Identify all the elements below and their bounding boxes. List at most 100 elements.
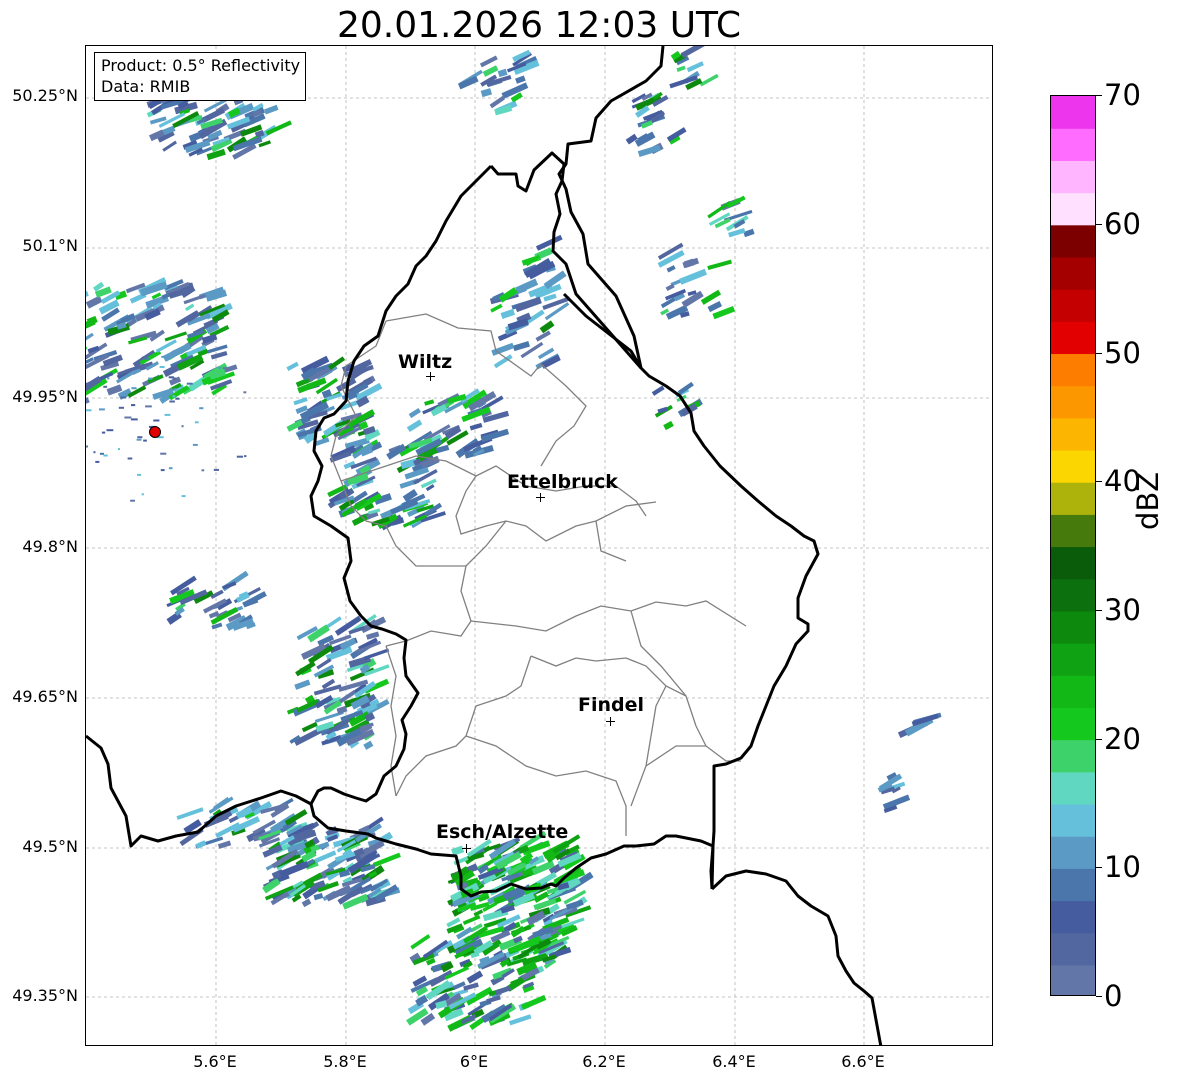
- colorbar-segment: [1051, 707, 1095, 741]
- echo-cell: [264, 104, 279, 115]
- echo-cell: [707, 259, 732, 270]
- echo-cell: [175, 397, 180, 400]
- echo-cell: [479, 55, 498, 68]
- echo-cell: [136, 438, 142, 441]
- radar-map: Wiltz Ettelbruck Findel Esch/Alzette: [85, 45, 993, 1046]
- lat-tick-label: 49.95°N: [12, 387, 78, 406]
- city-label-wiltz: Wiltz: [398, 351, 453, 373]
- echo-cell: [118, 406, 124, 409]
- colorbar-segment: [1051, 546, 1095, 580]
- echo-cell: [294, 679, 311, 690]
- echo-cell: [169, 400, 175, 403]
- colorbar-segment: [1051, 675, 1095, 708]
- echo-cell: [86, 445, 88, 448]
- lat-tick-label: 49.35°N: [12, 986, 78, 1005]
- echo-cell: [93, 451, 96, 454]
- lon-tick-label: 6°E: [459, 1052, 489, 1071]
- colorbar-tick-label: 60: [1104, 207, 1141, 241]
- echo-cell: [213, 796, 230, 811]
- echo-cell: [406, 419, 423, 433]
- colorbar-tick: [1096, 353, 1102, 354]
- colorbar-segment: [1051, 932, 1095, 966]
- colorbar-tick: [1096, 95, 1102, 96]
- lat-tick-label: 49.5°N: [22, 837, 78, 856]
- colorbar-segment: [1051, 256, 1095, 290]
- echo-cell: [462, 914, 481, 926]
- echo-cell: [145, 405, 152, 408]
- echo-cell: [236, 455, 244, 458]
- echo-cell: [201, 469, 205, 472]
- echo-cell: [153, 419, 160, 422]
- colorbar-tick-label: 0: [1104, 979, 1123, 1013]
- echo-cell: [130, 418, 138, 421]
- echo-cell: [213, 468, 219, 471]
- echo-cell: [666, 265, 676, 273]
- echo-cell: [509, 1014, 532, 1026]
- echo-cell: [86, 332, 94, 346]
- echo-cell: [500, 308, 515, 319]
- colorbar-tick-label: 70: [1104, 78, 1141, 112]
- data-source-label: Data: RMIB: [101, 77, 191, 96]
- echo-cell: [186, 382, 193, 385]
- colorbar-segment: [1051, 353, 1095, 387]
- echo-cell: [539, 320, 555, 334]
- echo-cell: [512, 341, 530, 352]
- colorbar-segment: [1051, 224, 1095, 258]
- lat-tick-label: 50.25°N: [12, 86, 78, 105]
- colorbar-segment: [1051, 482, 1095, 515]
- lon-tick-label: 5.6°E: [193, 1052, 237, 1071]
- colorbar-segment: [1051, 321, 1095, 355]
- echo-cell: [497, 68, 508, 78]
- echo-cell: [86, 344, 88, 353]
- echo-cell: [293, 397, 308, 406]
- colorbar-segment: [1051, 900, 1095, 934]
- echo-cell: [160, 469, 165, 472]
- echo-cell: [651, 385, 665, 396]
- colorbar-segment: [1051, 836, 1095, 869]
- echo-cell: [106, 429, 114, 432]
- echo-cell: [172, 395, 176, 398]
- colorbar-tick-label: 50: [1104, 336, 1141, 370]
- lat-tick-label: 49.8°N: [22, 537, 78, 556]
- echo-cell: [86, 397, 90, 407]
- echo-cell: [313, 892, 324, 901]
- echo-cell: [301, 898, 312, 908]
- city-marker-ettelbruck: [536, 493, 545, 502]
- echo-cell: [707, 301, 723, 313]
- colorbar-segment: [1051, 417, 1095, 451]
- colorbar-tick-label: 10: [1104, 850, 1141, 884]
- echo-cell: [218, 366, 222, 369]
- echo-cell: [131, 404, 136, 407]
- echo-cell: [103, 454, 108, 457]
- colorbar-unit-label: dBZ: [1131, 471, 1165, 530]
- echo-cell: [683, 258, 695, 268]
- echo-cell: [363, 740, 374, 750]
- echo-cell: [86, 295, 103, 309]
- echo-cell: [181, 425, 184, 428]
- echo-cell: [366, 631, 380, 640]
- echo-cell: [99, 408, 105, 411]
- lon-tick-label: 5.8°E: [323, 1052, 367, 1071]
- echo-cell: [148, 377, 153, 380]
- colorbar-segment: [1051, 771, 1095, 805]
- echo-cell: [159, 366, 165, 368]
- echo-cell: [244, 455, 247, 458]
- echo-cell: [168, 467, 173, 470]
- echo-cell: [141, 493, 144, 496]
- colorbar-segment: [1051, 803, 1095, 837]
- echo-cell: [168, 376, 174, 379]
- echo-cell: [480, 88, 493, 98]
- echo-cell: [210, 351, 228, 360]
- colorbar-segment: [1051, 610, 1095, 644]
- echo-cell: [494, 985, 512, 996]
- map-svg: [86, 46, 992, 1045]
- echo-cell: [408, 407, 421, 419]
- city-marker-findel: [606, 717, 615, 726]
- echo-cell: [469, 422, 483, 431]
- colorbar-segment: [1051, 192, 1095, 226]
- echo-cell: [107, 377, 110, 380]
- echo-cell: [295, 661, 316, 677]
- echo-cell: [482, 65, 499, 77]
- city-marker-esch-alzette: [462, 844, 471, 853]
- echo-cell: [173, 388, 177, 391]
